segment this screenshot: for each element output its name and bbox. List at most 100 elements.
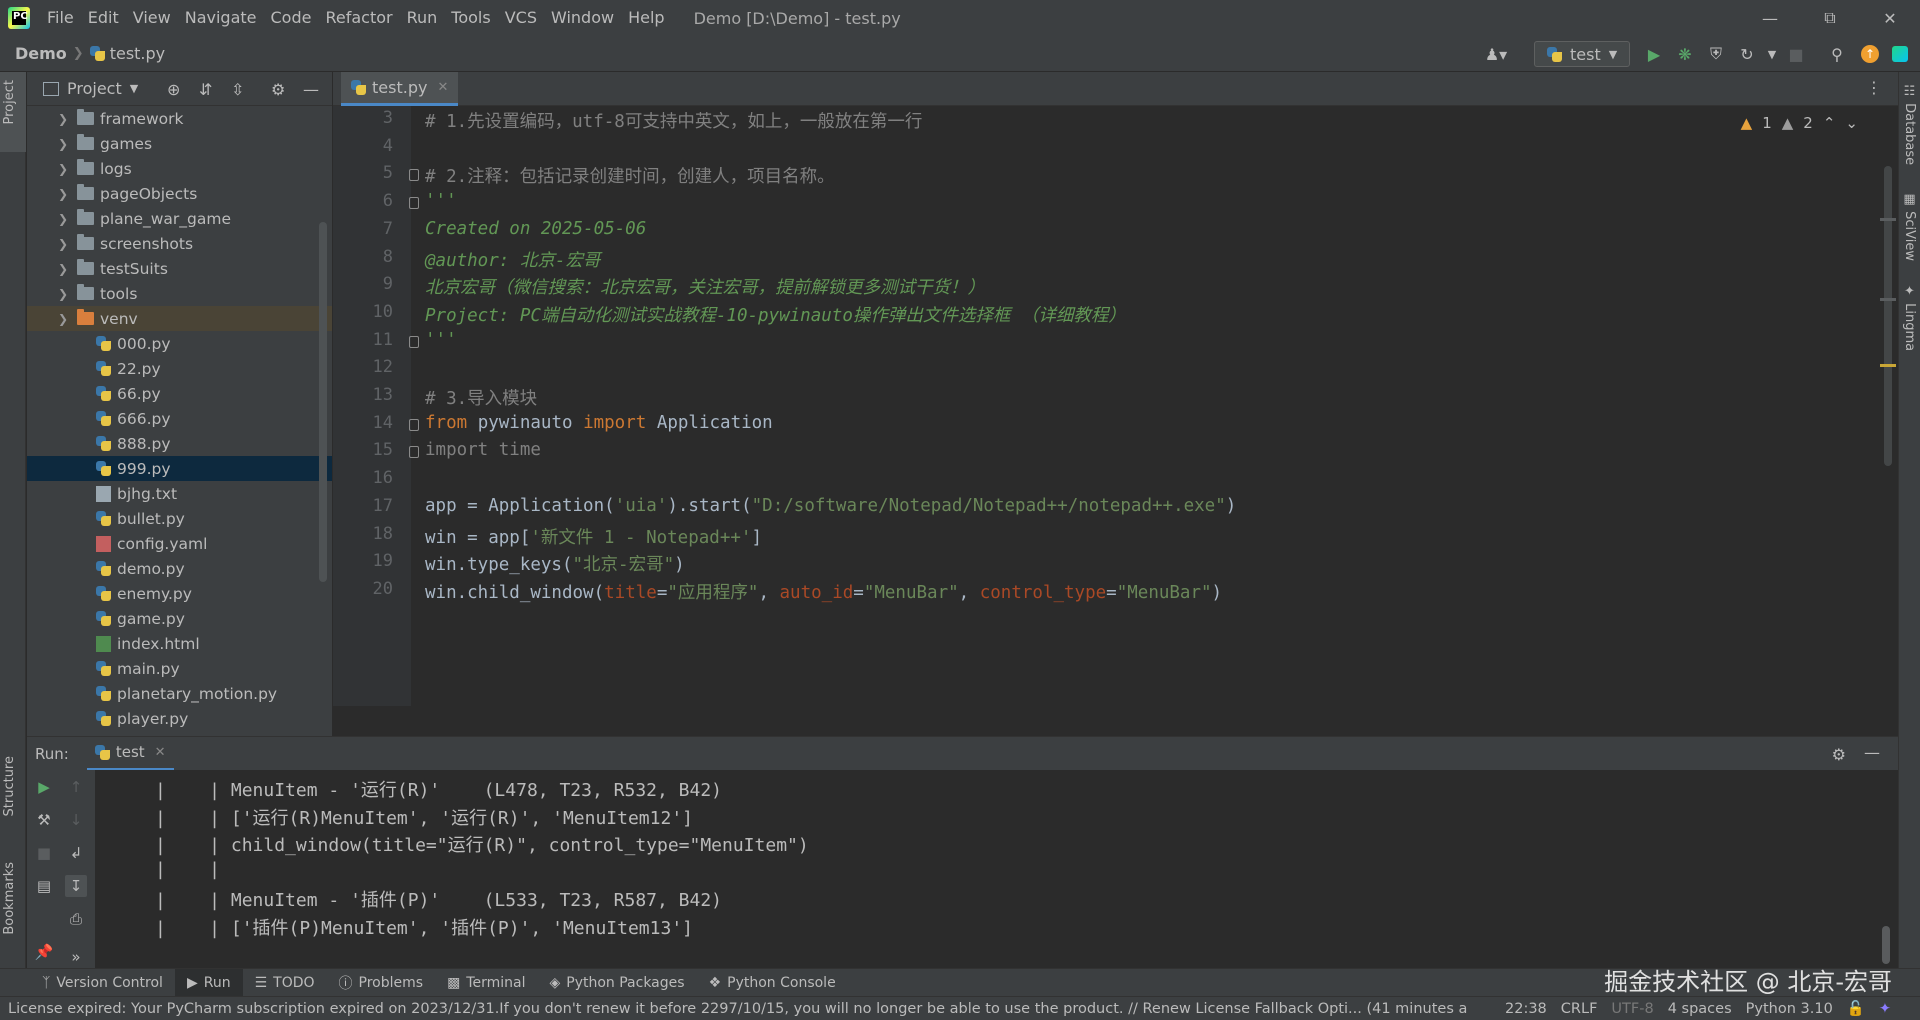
assistant-icon[interactable]: ✦: [1872, 1001, 1898, 1017]
more-tabs-icon[interactable]: ⋮: [1866, 78, 1882, 97]
lock-icon[interactable]: 🔓: [1840, 1000, 1872, 1017]
minimize-icon[interactable]: —: [1740, 0, 1800, 36]
tree-item[interactable]: planetary_motion.py: [27, 681, 332, 706]
restore-icon[interactable]: ⧉: [1800, 0, 1860, 36]
wrench-icon[interactable]: ⚒: [33, 809, 55, 831]
fold-marker-icon[interactable]: [409, 418, 419, 431]
close-tab-icon[interactable]: ✕: [155, 745, 166, 760]
tab-python-packages[interactable]: ◈ Python Packages: [537, 969, 696, 997]
tree-item[interactable]: ❯ logs: [27, 156, 332, 181]
locate-icon[interactable]: ⊕: [167, 80, 180, 99]
scroll-marker[interactable]: [1880, 218, 1896, 221]
tree-item[interactable]: bjhg.txt: [27, 481, 332, 506]
python-interpreter[interactable]: Python 3.10: [1739, 1001, 1840, 1017]
coverage-icon[interactable]: ⛨: [1706, 44, 1726, 64]
chevron-right-icon[interactable]: ❯: [57, 212, 69, 226]
tree-item[interactable]: ❯ testSuits: [27, 256, 332, 281]
tab-terminal[interactable]: ▩ Terminal: [435, 969, 537, 997]
update-icon[interactable]: ↑: [1860, 44, 1880, 64]
tab-test-py[interactable]: test.py ✕: [341, 72, 459, 106]
tree-item[interactable]: enemy.py: [27, 581, 332, 606]
close-tab-icon[interactable]: ✕: [437, 80, 448, 95]
print-icon[interactable]: ⎙: [65, 908, 87, 930]
breadcrumb-file[interactable]: test.py: [89, 44, 165, 63]
expand-all-icon[interactable]: ⇵: [199, 80, 212, 99]
menu-view[interactable]: View: [126, 0, 178, 36]
chevron-right-icon[interactable]: ❯: [57, 112, 69, 126]
fold-marker-icon[interactable]: [409, 446, 419, 459]
bookmarks-tool-tab[interactable]: Bookmarks: [2, 862, 17, 935]
tree-item[interactable]: ❯ venv: [27, 306, 332, 331]
editor-scrollbar[interactable]: [1884, 166, 1892, 466]
chevron-right-icon[interactable]: ❯: [57, 237, 69, 251]
tree-item[interactable]: config.yaml: [27, 531, 332, 556]
tree-item[interactable]: main.py: [27, 656, 332, 681]
gear-icon[interactable]: ⚙: [271, 80, 285, 99]
tab-todo[interactable]: ☰ TODO: [243, 969, 327, 997]
project-panel-title[interactable]: Project: [67, 79, 122, 98]
lingma-tool-tab[interactable]: ✦ Lingma: [1902, 284, 1917, 351]
gear-icon[interactable]: ⚙: [1832, 745, 1846, 764]
previous-highlight-icon[interactable]: ⌃: [1823, 114, 1836, 132]
tab-version-control[interactable]: ᛉ Version Control: [30, 969, 175, 997]
indent-setting[interactable]: 4 spaces: [1661, 1001, 1739, 1017]
chevron-right-icon[interactable]: ❯: [57, 162, 69, 176]
tree-item[interactable]: ❯ framework: [27, 106, 332, 131]
up-arrow-icon[interactable]: ↑: [65, 776, 87, 798]
line-separator[interactable]: CRLF: [1554, 1001, 1605, 1017]
menu-window[interactable]: Window: [544, 0, 621, 36]
stop-icon[interactable]: ■: [33, 842, 55, 864]
menu-refactor[interactable]: Refactor: [318, 0, 399, 36]
tree-item[interactable]: 666.py: [27, 406, 332, 431]
console-scrollbar[interactable]: [1882, 926, 1890, 964]
structure-tool-tab[interactable]: Structure: [2, 756, 17, 816]
stop-icon[interactable]: ■: [1786, 44, 1806, 64]
close-icon[interactable]: ✕: [1860, 0, 1920, 36]
chevron-right-icon[interactable]: ❯: [57, 287, 69, 301]
more-run-options-icon[interactable]: ▼: [1762, 44, 1782, 64]
toolbox-icon[interactable]: [1890, 44, 1910, 64]
sciview-tool-tab[interactable]: ▦ SciView: [1902, 192, 1917, 261]
chevron-down-icon[interactable]: ▼: [130, 82, 138, 95]
tree-item[interactable]: player.py: [27, 706, 332, 731]
menu-navigate[interactable]: Navigate: [178, 0, 264, 36]
menu-edit[interactable]: Edit: [81, 0, 126, 36]
tree-item[interactable]: ❯ tools: [27, 281, 332, 306]
chevron-right-icon[interactable]: ❯: [57, 137, 69, 151]
fold-marker-icon[interactable]: [409, 169, 419, 182]
menu-tools[interactable]: Tools: [444, 0, 497, 36]
tree-item[interactable]: 999.py: [27, 456, 332, 481]
code-editor[interactable]: 3 4 5 6 7 8 9 10 11 12 13 14 15 16 17 18 19 20 # 1.先设置编码，…: [333, 106, 1898, 706]
tree-item[interactable]: ❯ plane_war_game: [27, 206, 332, 231]
tree-scrollbar[interactable]: [319, 222, 327, 582]
tree-item[interactable]: index.html: [27, 631, 332, 656]
warning-marker[interactable]: [1880, 364, 1896, 367]
menu-file[interactable]: File: [40, 0, 81, 36]
status-message[interactable]: License expired: Your PyCharm subscripti…: [8, 1001, 1498, 1017]
inspection-widget[interactable]: ▲ 1 ▲ 2 ⌃ ⌄: [1741, 114, 1858, 132]
caret-position[interactable]: 22:38: [1498, 1001, 1554, 1017]
tree-item[interactable]: 66.py: [27, 381, 332, 406]
scroll-to-end-icon[interactable]: ↧: [65, 875, 87, 897]
collapse-all-icon[interactable]: ⇳: [231, 80, 244, 99]
menu-vcs[interactable]: VCS: [498, 0, 544, 36]
tree-item[interactable]: 000.py: [27, 331, 332, 356]
soft-wrap-icon[interactable]: ↲: [65, 842, 87, 864]
menu-code[interactable]: Code: [264, 0, 319, 36]
run-console[interactable]: | | MenuItem - '运行(R)' (L478, T23, R532,…: [95, 770, 1898, 968]
run-tab-test[interactable]: test ✕: [86, 737, 174, 771]
chevron-right-icon[interactable]: ❯: [57, 187, 69, 201]
tree-item[interactable]: demo.py: [27, 556, 332, 581]
fold-marker-icon[interactable]: [409, 197, 419, 210]
menu-run[interactable]: Run: [400, 0, 445, 36]
layout-icon[interactable]: ▤: [33, 875, 55, 897]
down-arrow-icon[interactable]: ↓: [65, 809, 87, 831]
tree-item[interactable]: ❯ screenshots: [27, 231, 332, 256]
vcs-user-icon[interactable]: ♟▾: [1480, 44, 1512, 64]
hide-panel-icon[interactable]: —: [1864, 743, 1880, 762]
debug-icon[interactable]: ❋: [1675, 44, 1695, 64]
tree-item[interactable]: game.py: [27, 606, 332, 631]
profile-icon[interactable]: ↻: [1737, 44, 1757, 64]
tab-problems[interactable]: ⓘ Problems: [327, 969, 436, 997]
fold-marker-icon[interactable]: [409, 335, 419, 348]
